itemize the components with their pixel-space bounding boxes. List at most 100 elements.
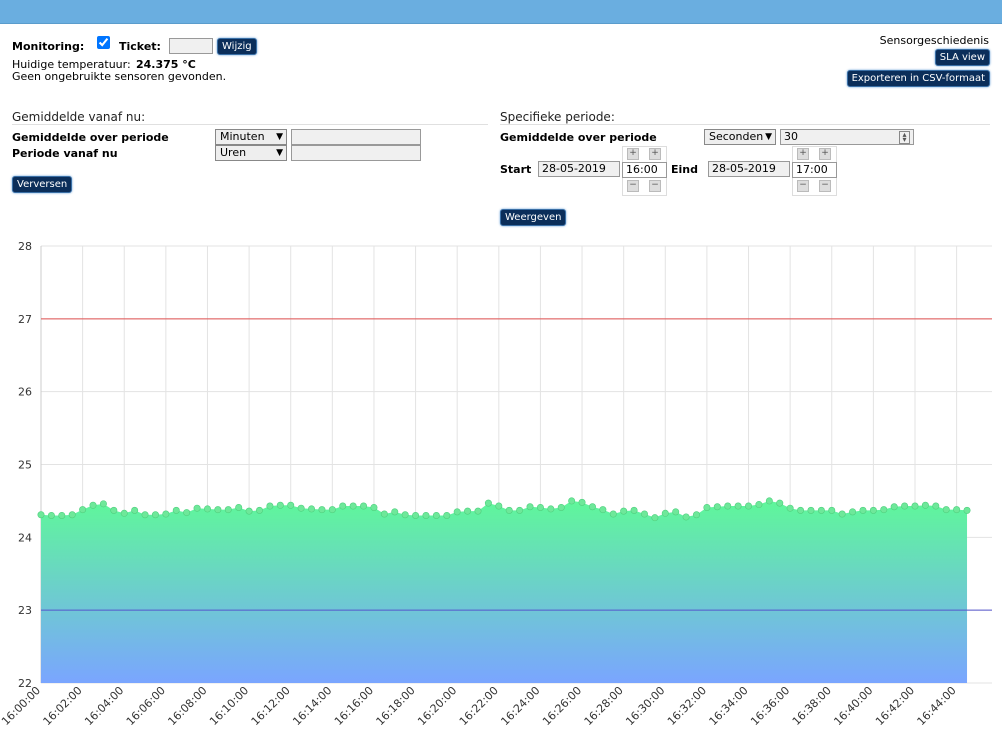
x-tick-label: 16:24:00 <box>498 684 542 728</box>
data-point <box>183 509 191 517</box>
data-point <box>120 509 128 517</box>
x-tick-label: 16:10:00 <box>207 684 251 728</box>
end-time-input[interactable]: 17:00 <box>792 162 837 178</box>
start-hour-down-icon[interactable]: − <box>627 180 639 192</box>
data-point <box>911 502 919 510</box>
data-point <box>256 506 264 514</box>
spinner-icon[interactable]: ▴ ▾ <box>899 131 910 144</box>
x-tick-label: 16:20:00 <box>415 684 459 728</box>
data-point <box>68 511 76 519</box>
sla-view-button[interactable]: SLA view <box>934 49 990 66</box>
data-point <box>464 507 472 515</box>
data-point <box>380 510 388 518</box>
left-avg-unit-select[interactable]: Minuten ▼ <box>215 129 287 145</box>
y-tick-label: 25 <box>18 459 32 472</box>
left-divider <box>12 124 488 125</box>
x-tick-label: 16:38:00 <box>790 684 834 728</box>
wijzig-button[interactable]: Wijzig <box>217 38 257 55</box>
data-point <box>672 508 680 516</box>
right-avg-label: Gemiddelde over periode <box>500 131 657 144</box>
data-point <box>89 501 97 509</box>
x-tick-label: 16:14:00 <box>290 684 334 728</box>
x-tick-label: 16:08:00 <box>165 684 209 728</box>
right-section-title: Specifieke periode: <box>500 110 615 124</box>
x-tick-label: 16:04:00 <box>82 684 126 728</box>
temperature-area <box>41 500 968 683</box>
data-point <box>505 506 513 514</box>
left-avg-label: Gemiddelde over periode <box>12 131 169 144</box>
x-tick-label: 16:18:00 <box>374 684 418 728</box>
start-label: Start <box>500 163 532 176</box>
left-section-title: Gemiddelde vanaf nu: <box>12 110 146 124</box>
right-avg-input[interactable]: 30 ▴ ▾ <box>780 129 914 145</box>
data-point <box>578 498 586 506</box>
data-point <box>776 499 784 507</box>
refresh-button[interactable]: Verversen <box>12 176 73 193</box>
x-tick-label: 16:16:00 <box>332 684 376 728</box>
ticket-input[interactable] <box>169 38 213 54</box>
data-point <box>47 511 55 519</box>
end-label: Eind <box>671 163 698 176</box>
data-point <box>141 511 149 519</box>
monitoring-checkbox[interactable] <box>97 36 110 49</box>
end-minute-down-icon[interactable]: − <box>819 180 831 192</box>
left-period-input[interactable] <box>291 145 421 161</box>
data-point <box>360 502 368 510</box>
start-date-input[interactable]: 28-05-2019 <box>538 161 620 177</box>
data-point <box>99 500 107 508</box>
left-avg-input[interactable] <box>291 129 421 145</box>
x-tick-label: 16:00:00 <box>0 684 43 728</box>
data-point <box>755 501 763 509</box>
left-period-unit-select[interactable]: Uren ▼ <box>215 145 287 161</box>
data-point <box>745 502 753 510</box>
monitoring-label: Monitoring: <box>12 40 85 53</box>
start-minute-down-icon[interactable]: − <box>649 180 661 192</box>
data-point <box>682 513 690 521</box>
data-point <box>79 506 87 514</box>
data-point <box>131 506 139 514</box>
data-point <box>58 511 66 519</box>
data-point <box>588 503 596 511</box>
data-point <box>547 505 555 513</box>
data-point <box>453 508 461 516</box>
data-point <box>370 503 378 511</box>
y-tick-label: 27 <box>18 313 32 326</box>
data-point <box>828 506 836 514</box>
data-point <box>838 510 846 518</box>
sensor-message: Geen ongebruikte sensoren gevonden. <box>12 70 227 83</box>
x-tick-label: 16:30:00 <box>623 684 667 728</box>
x-tick-label: 16:02:00 <box>41 684 85 728</box>
data-point <box>349 502 357 510</box>
start-hour-up-icon[interactable]: + <box>627 148 639 160</box>
end-date-input[interactable]: 28-05-2019 <box>708 161 790 177</box>
data-point <box>953 506 961 514</box>
data-point <box>318 506 326 514</box>
data-point <box>495 502 503 510</box>
data-point <box>557 503 565 511</box>
end-minute-up-icon[interactable]: + <box>819 148 831 160</box>
x-tick-label: 16:22:00 <box>457 684 501 728</box>
x-tick-label: 16:40:00 <box>831 684 875 728</box>
data-point <box>432 511 440 519</box>
data-point <box>734 502 742 510</box>
data-point <box>651 514 659 522</box>
data-point <box>568 497 576 505</box>
data-point <box>963 506 971 514</box>
data-point <box>328 506 336 514</box>
start-time-input[interactable]: 16:00 <box>622 162 667 178</box>
data-point <box>37 511 45 519</box>
start-minute-up-icon[interactable]: + <box>649 148 661 160</box>
temperature-chart: 22232425262728 16:00:0016:02:0016:04:001… <box>0 240 992 728</box>
end-hour-up-icon[interactable]: + <box>797 148 809 160</box>
left-period-label: Periode vanaf nu <box>12 147 118 160</box>
data-point <box>661 509 669 517</box>
y-tick-label: 23 <box>18 604 32 617</box>
chevron-down-icon: ▼ <box>765 132 772 142</box>
data-point <box>849 508 857 516</box>
export-csv-button[interactable]: Exporteren in CSV-formaat <box>846 70 990 87</box>
right-avg-unit-select[interactable]: Seconden ▼ <box>704 129 776 145</box>
x-tick-label: 16:28:00 <box>582 684 626 728</box>
data-point <box>214 506 222 514</box>
end-hour-down-icon[interactable]: − <box>797 180 809 192</box>
show-button[interactable]: Weergeven <box>500 209 567 226</box>
